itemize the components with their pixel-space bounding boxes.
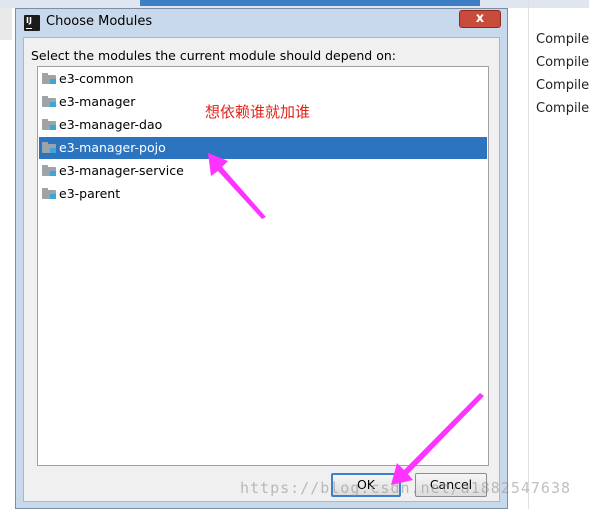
- arrow-to-ok: [391, 393, 484, 485]
- annotation-arrows: [208, 153, 484, 485]
- arrow-to-pojo: [208, 153, 266, 219]
